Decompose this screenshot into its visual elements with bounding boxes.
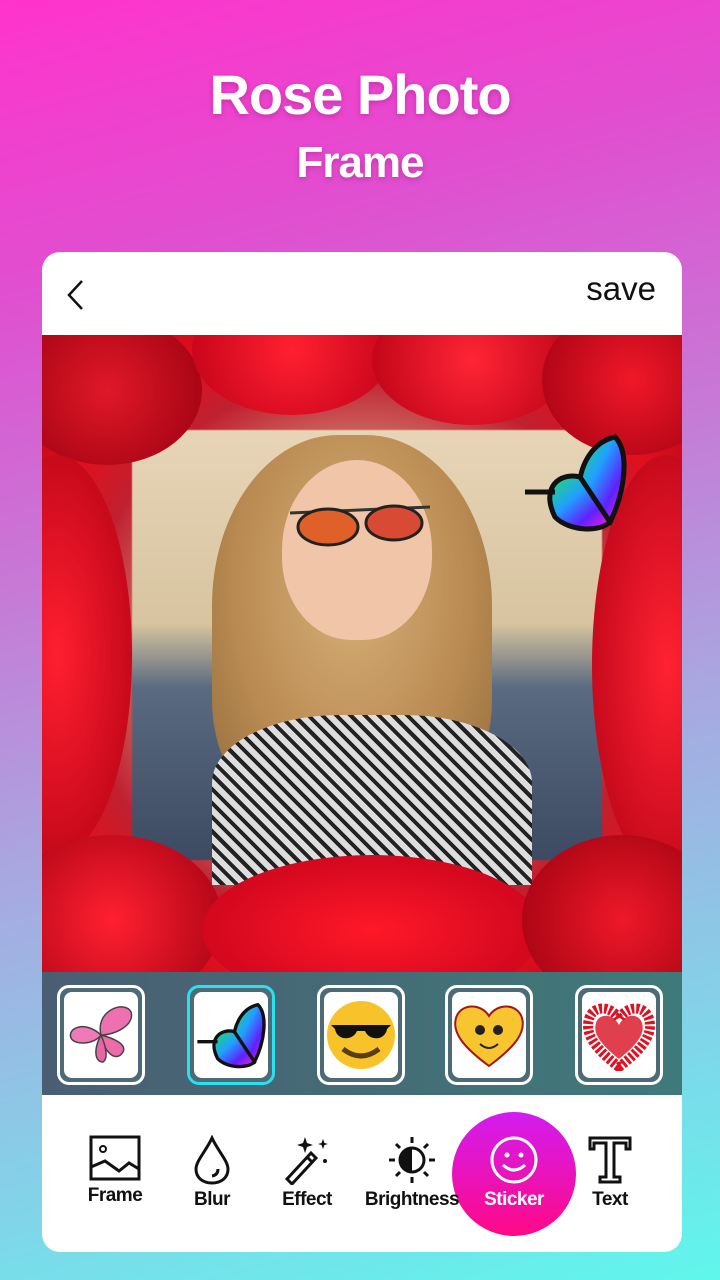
petal-heart-icon bbox=[583, 1003, 655, 1071]
tool-label: Text bbox=[592, 1189, 628, 1210]
tool-effect[interactable]: Effect bbox=[257, 1135, 357, 1211]
sticker-red-heart-petals[interactable] bbox=[575, 985, 663, 1085]
back-button[interactable] bbox=[62, 278, 92, 312]
butterfly-sticker[interactable] bbox=[520, 432, 630, 532]
tool-brightness[interactable]: Brightness bbox=[360, 1135, 464, 1211]
drop-icon bbox=[194, 1135, 230, 1185]
tool-blur[interactable]: Blur bbox=[162, 1135, 262, 1211]
photo-face bbox=[282, 460, 432, 640]
tool-label: Blur bbox=[194, 1189, 231, 1210]
top-bar: save bbox=[42, 252, 682, 335]
editor-card: save Frame Blur Effect Brightness Sticke… bbox=[42, 252, 682, 1252]
smiley-icon bbox=[490, 1136, 538, 1184]
headline-title: Rose Photo bbox=[209, 63, 511, 126]
tool-label: Sticker bbox=[484, 1189, 544, 1210]
pink-butterfly-icon bbox=[69, 1006, 133, 1063]
brightness-icon bbox=[389, 1137, 435, 1183]
chevron-left-icon bbox=[67, 280, 83, 310]
tool-sticker[interactable]: Sticker bbox=[464, 1135, 564, 1211]
heart-smiley-icon bbox=[454, 1005, 524, 1068]
rose-decoration bbox=[192, 335, 392, 415]
photo-canvas[interactable] bbox=[42, 335, 682, 972]
tool-text[interactable]: Text bbox=[560, 1135, 660, 1211]
tool-label: Brightness bbox=[364, 1189, 460, 1210]
tool-frame[interactable]: Frame bbox=[65, 1135, 165, 1207]
sunglasses-graphic bbox=[290, 504, 430, 547]
text-icon bbox=[588, 1136, 632, 1184]
image-icon bbox=[89, 1135, 141, 1181]
sticker-strip bbox=[42, 972, 682, 1095]
tool-label: Effect bbox=[282, 1189, 332, 1210]
headline-subtitle: Frame bbox=[296, 138, 424, 187]
magic-wand-icon bbox=[284, 1137, 328, 1185]
sticker-rainbow-butterfly[interactable] bbox=[187, 985, 275, 1085]
tool-bar: Frame Blur Effect Brightness Sticker Tex… bbox=[42, 1095, 682, 1252]
save-button[interactable]: save bbox=[586, 270, 656, 308]
sticker-heart-smiley[interactable] bbox=[445, 985, 533, 1085]
tool-label: Frame bbox=[87, 1185, 143, 1206]
rose-decoration bbox=[42, 455, 132, 855]
rainbow-butterfly-icon bbox=[197, 1002, 266, 1069]
sticker-sunglasses-emoji[interactable] bbox=[317, 985, 405, 1085]
sunglasses-emoji-icon bbox=[327, 1001, 395, 1069]
sticker-pink-butterfly[interactable] bbox=[57, 985, 145, 1085]
